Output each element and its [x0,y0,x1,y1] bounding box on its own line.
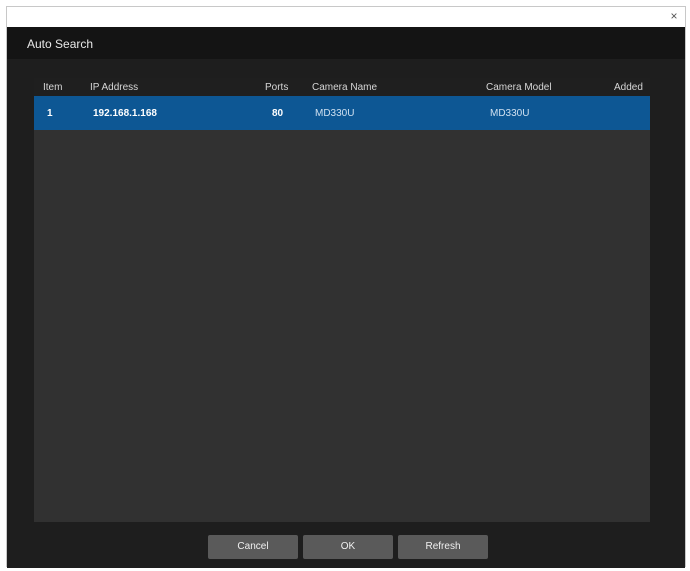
cell-ports: 80 [272,108,284,119]
cell-camera-model: MD330U [490,108,530,119]
cell-camera-name: MD330U [315,108,355,119]
close-icon[interactable]: × [667,9,681,23]
cell-ip-address: 192.168.1.168 [93,108,157,119]
window-titlebar: × [7,7,685,27]
table-header: Item IP Address Ports Camera Name Camera… [34,78,650,96]
dialog-header: Auto Search [7,27,685,59]
column-header-ports[interactable]: Ports [265,82,288,93]
ok-button[interactable]: OK [303,535,393,559]
cell-item: 1 [47,108,53,119]
column-header-camera-name[interactable]: Camera Name [312,82,377,93]
table-row[interactable]: 1 192.168.1.168 80 MD330U MD330U [34,96,650,130]
column-header-ip-address[interactable]: IP Address [90,82,138,93]
column-header-added[interactable]: Added [614,82,643,93]
column-header-camera-model[interactable]: Camera Model [486,82,552,93]
column-header-item[interactable]: Item [43,82,62,93]
camera-results-table[interactable]: Item IP Address Ports Camera Name Camera… [34,78,650,522]
cancel-button[interactable]: Cancel [208,535,298,559]
dialog-title: Auto Search [27,37,94,51]
refresh-button[interactable]: Refresh [398,535,488,559]
